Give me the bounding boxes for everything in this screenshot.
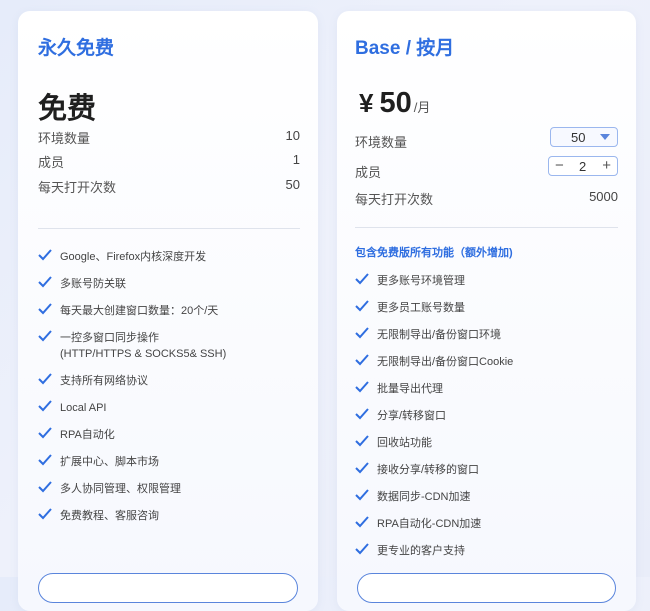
check-icon [355, 543, 369, 555]
minus-icon[interactable]: − [555, 157, 564, 175]
check-icon [38, 427, 52, 439]
free-plan-action-button[interactable] [38, 573, 298, 603]
check-icon [38, 481, 52, 493]
feature-text: 数据同步-CDN加速 [377, 491, 471, 503]
stat-value: 50 [285, 177, 300, 192]
check-icon [38, 249, 52, 261]
stepper-value[interactable]: 2 [579, 159, 586, 174]
currency-symbol: ¥ [359, 88, 374, 118]
stat-row-members: 成员 1 [38, 150, 300, 170]
feature-text: 多账号防关联 [60, 278, 126, 290]
feature-text: 更专业的客户支持 [377, 545, 465, 557]
check-icon [355, 327, 369, 339]
env-count-select[interactable]: 50 [550, 127, 618, 147]
section-title: 包含免费版所有功能（额外增加) [355, 247, 513, 259]
check-icon [38, 303, 52, 315]
check-icon [355, 354, 369, 366]
feature-text: 扩展中心、脚本市场 [60, 456, 159, 468]
feature-text: 接收分享/转移的窗口 [377, 464, 480, 476]
feature-text: 一控多窗口同步操作 [60, 332, 159, 344]
check-icon [355, 408, 369, 420]
stat-label: 环境数量 [355, 135, 408, 150]
plus-icon[interactable]: + [602, 157, 611, 175]
free-plan-card: 永久免费 免费 环境数量 10 成员 1 每天打开次数 50 Google、Fi… [18, 11, 318, 611]
feature-text: 每天最大创建窗口数量：20个/天 [60, 305, 219, 317]
feature-text: RPA自动化 [60, 429, 115, 441]
check-icon [355, 489, 369, 501]
stat-value: 10 [285, 128, 300, 143]
feature-text: 批量导出代理 [377, 383, 443, 395]
feature-text: 分享/转移窗口 [377, 410, 447, 422]
stat-label: 成员 [355, 165, 382, 180]
select-value: 50 [571, 130, 586, 145]
check-icon [38, 400, 52, 412]
feature-text: 更多账号环境管理 [377, 275, 465, 287]
check-icon [38, 373, 52, 385]
check-icon [38, 330, 52, 342]
stat-label: 每天打开次数 [355, 192, 434, 207]
members-stepper[interactable]: − 2 + [548, 156, 618, 176]
check-icon [355, 462, 369, 474]
stat-row-opens: 每天打开次数 50 [38, 175, 300, 195]
feature-text: 无限制导出/备份窗口Cookie [377, 356, 514, 368]
stat-label: 成员 [38, 155, 65, 170]
check-icon [355, 435, 369, 447]
check-icon [38, 276, 52, 288]
divider [38, 228, 300, 229]
plan-title: Base / 按月 [355, 38, 455, 59]
price-amount: 50 [379, 87, 412, 119]
check-icon [355, 273, 369, 285]
check-icon [38, 508, 52, 520]
check-icon [38, 454, 52, 466]
feature-text: 支持所有网络协议 [60, 375, 148, 387]
env-count-row: 环境数量 50 [355, 127, 618, 150]
base-plan-card: Base / 按月 ¥50/月 环境数量 50 成员 − 2 + 每天打开次数 … [337, 11, 636, 611]
stat-label: 每天打开次数 [38, 180, 117, 195]
price-unit: /月 [413, 100, 431, 115]
plan-price: 免费 [38, 93, 97, 125]
feature-text: 免费教程、客服咨询 [60, 510, 159, 522]
base-plan-action-button[interactable] [357, 573, 616, 603]
plan-price: ¥50/月 [359, 87, 430, 120]
stat-label: 环境数量 [38, 131, 91, 146]
check-icon [355, 381, 369, 393]
feature-text: 多人协同管理、权限管理 [60, 483, 181, 495]
members-row: 成员 − 2 + [355, 156, 618, 180]
feature-text: RPA自动化-CDN加速 [377, 518, 482, 530]
divider [355, 227, 618, 228]
caret-down-icon [600, 134, 610, 140]
feature-text: Local API [60, 402, 107, 414]
feature-text: 更多员工账号数量 [377, 302, 465, 314]
stat-value: 1 [292, 152, 300, 167]
plan-title: 永久免费 [38, 38, 115, 59]
opens-row: 每天打开次数 5000 [355, 187, 618, 207]
feature-text-line2: (HTTP/HTTPS & SOCKS5& SSH) [60, 348, 227, 360]
stat-row-env: 环境数量 10 [38, 126, 300, 146]
feature-text: Google、Firefox内核深度开发 [60, 251, 207, 263]
feature-text: 无限制导出/备份窗口环境 [377, 329, 502, 341]
stat-value: 5000 [589, 189, 618, 204]
check-icon [355, 516, 369, 528]
feature-text: 回收站功能 [377, 437, 432, 449]
check-icon [355, 300, 369, 312]
